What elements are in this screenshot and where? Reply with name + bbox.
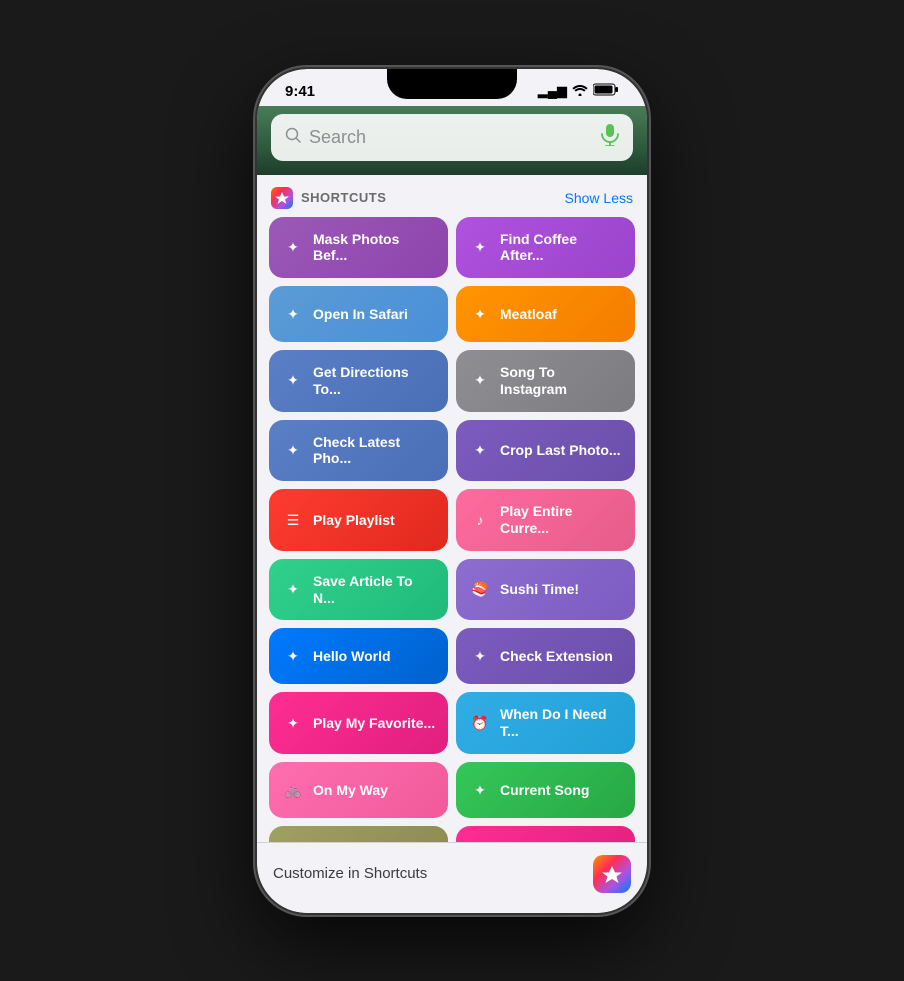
shortcut-label-9: Play Entire Curre...	[500, 503, 623, 537]
shortcut-btn-2[interactable]: ✦ Open In Safari	[269, 286, 448, 342]
search-placeholder: Search	[309, 127, 593, 148]
shortcut-icon-13: ✦	[468, 644, 492, 668]
shortcut-icon-14: ✦	[281, 711, 305, 735]
wifi-icon	[572, 84, 588, 99]
shortcut-icon-15: ⏰	[468, 711, 492, 735]
shortcut-btn-5[interactable]: ✦ Song To Instagram	[456, 350, 635, 412]
section-header: SHORTCUTS Show Less	[257, 175, 647, 217]
shortcut-icon-17: ✦	[468, 778, 492, 802]
shortcut-btn-18[interactable]: ✦Radio Alert	[269, 826, 448, 841]
shortcut-label-11: Sushi Time!	[500, 581, 579, 598]
search-icon	[285, 127, 301, 148]
shortcuts-app-icon[interactable]	[593, 855, 631, 893]
shortcuts-grid: ✦ Mask Photos Bef... ✦ Find Coffee After...…	[257, 217, 647, 842]
notch	[387, 69, 517, 99]
shortcut-icon-16: 🚲	[281, 778, 305, 802]
shortcut-btn-9[interactable]: ♪ Play Entire Curre...	[456, 489, 635, 551]
battery-icon	[593, 83, 619, 99]
shortcut-icon-8: ☰	[281, 508, 305, 532]
show-less-button[interactable]: Show Less	[565, 190, 633, 206]
mic-icon[interactable]	[601, 124, 619, 151]
phone-screen: 9:41 ▂▄▆	[257, 69, 647, 913]
shortcut-btn-11[interactable]: 🍣 Sushi Time!	[456, 559, 635, 621]
shortcut-icon-1: ✦	[468, 235, 492, 259]
shortcut-icon-6: ✦	[281, 438, 305, 462]
shortcut-label-3: Meatloaf	[500, 306, 557, 323]
shortcut-icon-9: ♪	[468, 508, 492, 532]
shortcut-label-6: Check Latest Pho...	[313, 434, 436, 468]
shortcut-btn-7[interactable]: ✦ Crop Last Photo...	[456, 420, 635, 482]
shortcut-icon-12: ✦	[281, 644, 305, 668]
bottom-bar: Customize in Shortcuts	[257, 842, 647, 913]
shortcut-btn-4[interactable]: ✦ Get Directions To...	[269, 350, 448, 412]
shortcut-icon-5: ✦	[468, 369, 492, 393]
shortcut-btn-3[interactable]: ✦ Meatloaf	[456, 286, 635, 342]
shortcut-btn-14[interactable]: ✦ Play My Favorite...	[269, 692, 448, 754]
shortcut-label-15: When Do I Need T...	[500, 706, 623, 740]
status-icons: ▂▄▆	[538, 83, 619, 99]
search-section: Search	[257, 106, 647, 175]
shortcut-label-1: Find Coffee After...	[500, 231, 623, 265]
shortcut-btn-15[interactable]: ⏰ When Do I Need T...	[456, 692, 635, 754]
shortcut-label-10: Save Article To N...	[313, 573, 436, 607]
shortcut-icon-4: ✦	[281, 369, 305, 393]
shortcut-label-5: Song To Instagram	[500, 364, 623, 398]
shortcut-btn-0[interactable]: ✦ Mask Photos Bef...	[269, 217, 448, 279]
shortcut-btn-19[interactable]: 🏠Home ETA	[456, 826, 635, 841]
shortcut-icon-10: ✦	[281, 578, 305, 602]
shortcut-btn-12[interactable]: ✦ Hello World	[269, 628, 448, 684]
shortcut-label-12: Hello World	[313, 648, 391, 665]
shortcut-icon-3: ✦	[468, 302, 492, 326]
shortcut-label-16: On My Way	[313, 782, 388, 799]
main-content[interactable]: SHORTCUTS Show Less ✦Mask Photos Bef...✦…	[257, 175, 647, 842]
shortcut-btn-17[interactable]: ✦ Current Song	[456, 762, 635, 818]
signal-icon: ▂▄▆	[538, 83, 567, 99]
shortcut-btn-6[interactable]: ✦ Check Latest Pho...	[269, 420, 448, 482]
shortcut-btn-8[interactable]: ☰ Play Playlist	[269, 489, 448, 551]
section-title: SHORTCUTS	[301, 190, 386, 205]
shortcut-label-0: Mask Photos Bef...	[313, 231, 436, 265]
shortcut-icon-0: ✦	[281, 235, 305, 259]
shortcut-label-4: Get Directions To...	[313, 364, 436, 398]
status-time: 9:41	[285, 83, 315, 100]
shortcut-label-17: Current Song	[500, 782, 589, 799]
shortcut-btn-1[interactable]: ✦ Find Coffee After...	[456, 217, 635, 279]
shortcut-icon-11: 🍣	[468, 578, 492, 602]
section-header-left: SHORTCUTS	[271, 187, 386, 209]
customize-label: Customize in Shortcuts	[273, 865, 427, 882]
shortcut-label-14: Play My Favorite...	[313, 715, 435, 732]
shortcut-label-2: Open In Safari	[313, 306, 408, 323]
shortcut-label-8: Play Playlist	[313, 512, 395, 529]
shortcut-btn-16[interactable]: 🚲 On My Way	[269, 762, 448, 818]
shortcut-icon-7: ✦	[468, 438, 492, 462]
shortcut-label-13: Check Extension	[500, 648, 613, 665]
shortcut-icon-2: ✦	[281, 302, 305, 326]
shortcut-btn-10[interactable]: ✦ Save Article To N...	[269, 559, 448, 621]
shortcut-btn-13[interactable]: ✦ Check Extension	[456, 628, 635, 684]
shortcut-label-7: Crop Last Photo...	[500, 442, 621, 459]
search-bar[interactable]: Search	[271, 114, 633, 161]
phone-frame: 9:41 ▂▄▆	[257, 69, 647, 913]
shortcuts-logo	[271, 187, 293, 209]
